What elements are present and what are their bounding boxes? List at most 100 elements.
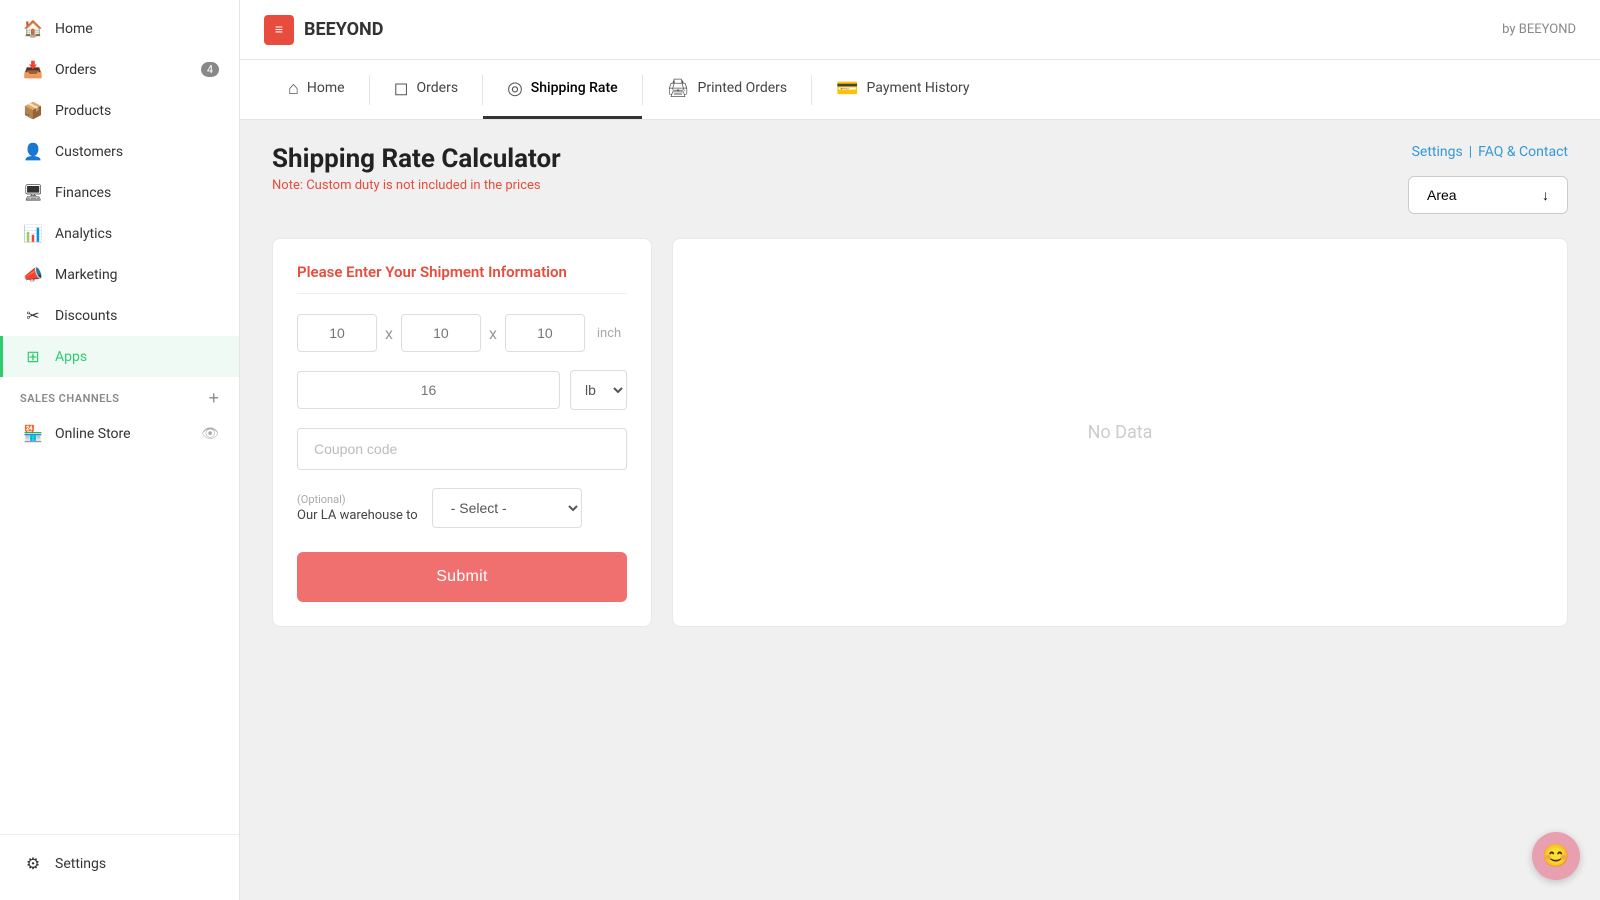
divider: | [1469,144,1472,160]
discounts-icon: ✂ [23,306,43,325]
sidebar-item-settings[interactable]: ⚙ Settings [0,843,239,884]
sidebar-item-orders[interactable]: 📥 Orders 4 [0,49,239,90]
area-dropdown: Area ↓ [1408,176,1568,214]
chat-bubble[interactable]: 😊 [1532,832,1580,880]
results-panel: No Data [672,238,1568,627]
dimensions-row: x x inch [297,314,627,352]
analytics-icon: 📊 [23,224,43,243]
subnav-label: Printed Orders [698,80,788,96]
sidebar-item-label: Products [55,103,111,119]
area-select-button[interactable]: Area ↓ [1408,176,1568,214]
sidebar-item-home[interactable]: 🏠 Home [0,8,239,49]
main-grid: Please Enter Your Shipment Information x… [272,238,1568,627]
sidebar-item-finances[interactable]: 🖥 Finances [0,172,239,213]
sales-channels-label: SALES CHANNELS [20,392,120,405]
area-arrow-icon: ↓ [1542,187,1549,203]
optional-label: (Optional) [297,493,418,506]
sidebar-item-discounts[interactable]: ✂ Discounts [0,295,239,336]
sidebar-item-marketing[interactable]: 📣 Marketing [0,254,239,295]
page-subtitle: Note: Custom duty is not included in the… [272,178,561,193]
faq-link[interactable]: FAQ & Contact [1478,144,1568,160]
settings-gear-icon: ⚙ [23,854,43,873]
sales-channels-section: SALES CHANNELS + [0,377,239,413]
brand-name: BEEYOND [304,19,383,40]
sub-nav: ⌂ Home ◻ Orders ◎ Shipping Rate 🖨 Printe… [240,60,1600,120]
subnav-printed-orders[interactable]: 🖨 Printed Orders [643,60,811,119]
sidebar: 🏠 Home 📥 Orders 4 📦 Products 👤 Customers… [0,0,240,900]
dim-unit-label: inch [597,326,621,341]
sidebar-nav: 🏠 Home 📥 Orders 4 📦 Products 👤 Customers… [0,0,239,834]
sidebar-item-label: Orders [55,62,97,78]
subnav-label: Payment History [867,80,970,96]
subnav-home-icon: ⌂ [288,78,299,99]
by-label: by BEEYOND [1502,22,1576,37]
form-panel: Please Enter Your Shipment Information x… [272,238,652,627]
main-area: ≡ BEEYOND by BEEYOND ⌂ Home ◻ Orders ◎ S… [240,0,1600,900]
top-bar: ≡ BEEYOND by BEEYOND [240,0,1600,60]
warehouse-select[interactable]: - Select - East Coast West Coast Midwest [432,488,582,528]
subnav-label: Orders [417,80,459,96]
unit-select[interactable]: lb kg [570,370,627,410]
apps-icon: ⊞ [23,347,43,366]
marketing-icon: 📣 [23,265,43,284]
customers-icon: 👤 [23,142,43,161]
sidebar-item-apps[interactable]: ⊞ Apps [0,336,239,377]
header-right: Settings | FAQ & Contact Area ↓ [1408,144,1568,214]
settings-links: Settings | FAQ & Contact [1412,144,1568,160]
sidebar-item-products[interactable]: 📦 Products [0,90,239,131]
logo-icon: ≡ [264,15,294,45]
sidebar-item-online-store[interactable]: 🏪 Online Store 👁 [0,413,239,454]
finances-icon: 🖥 [23,183,43,202]
subnav-label: Shipping Rate [531,80,618,96]
dim2-input[interactable] [401,314,481,352]
page-title: Shipping Rate Calculator [272,144,561,174]
subnav-payment-icon: 💳 [836,78,858,99]
weight-input[interactable] [297,371,560,409]
title-block: Shipping Rate Calculator Note: Custom du… [272,144,561,193]
sidebar-item-analytics[interactable]: 📊 Analytics [0,213,239,254]
warehouse-label-wrap: (Optional) Our LA warehouse to [297,493,418,523]
sidebar-item-label: Customers [55,144,123,160]
logo: ≡ BEEYOND [264,15,383,45]
sidebar-item-label: Online Store [55,426,131,442]
no-data-label: No Data [1088,422,1153,443]
sidebar-item-label: Apps [55,349,87,365]
subnav-orders[interactable]: ◻ Orders [370,60,483,119]
products-icon: 📦 [23,101,43,120]
warehouse-label: Our LA warehouse to [297,508,418,523]
sidebar-item-customers[interactable]: 👤 Customers [0,131,239,172]
home-icon: 🏠 [23,19,43,38]
content-area: Shipping Rate Calculator Note: Custom du… [240,120,1600,900]
sidebar-item-label: Marketing [55,267,118,283]
sidebar-item-label: Analytics [55,226,112,242]
content-header: Shipping Rate Calculator Note: Custom du… [272,144,1568,214]
orders-badge: 4 [201,62,219,77]
subnav-shipping-rate[interactable]: ◎ Shipping Rate [483,60,642,119]
add-sales-channel-button[interactable]: + [208,389,219,407]
eye-icon: 👁 [201,426,219,442]
orders-icon: 📥 [23,60,43,79]
dim-sep1: x [385,324,393,343]
form-heading: Please Enter Your Shipment Information [297,263,627,294]
warehouse-row: (Optional) Our LA warehouse to - Select … [297,488,627,528]
sidebar-item-label: Discounts [55,308,117,324]
sidebar-item-label: Finances [55,185,111,201]
sidebar-bottom: ⚙ Settings [0,834,239,900]
coupon-input[interactable] [297,428,627,470]
submit-button[interactable]: Submit [297,552,627,602]
dim1-input[interactable] [297,314,377,352]
subnav-payment-history[interactable]: 💳 Payment History [812,60,993,119]
subnav-shipping-icon: ◎ [507,78,523,99]
settings-link[interactable]: Settings [1412,144,1463,160]
chat-icon: 😊 [1542,844,1569,869]
online-store-icon: 🏪 [23,424,43,443]
subnav-printed-icon: 🖨 [667,78,690,99]
dim-sep2: x [489,324,497,343]
subnav-home[interactable]: ⌂ Home [264,60,369,119]
subnav-orders-icon: ◻ [394,78,409,99]
sidebar-item-label: Settings [55,856,106,872]
dim3-input[interactable] [505,314,585,352]
weight-row: lb kg [297,370,627,410]
area-label: Area [1427,187,1457,203]
sidebar-item-label: Home [55,21,93,37]
